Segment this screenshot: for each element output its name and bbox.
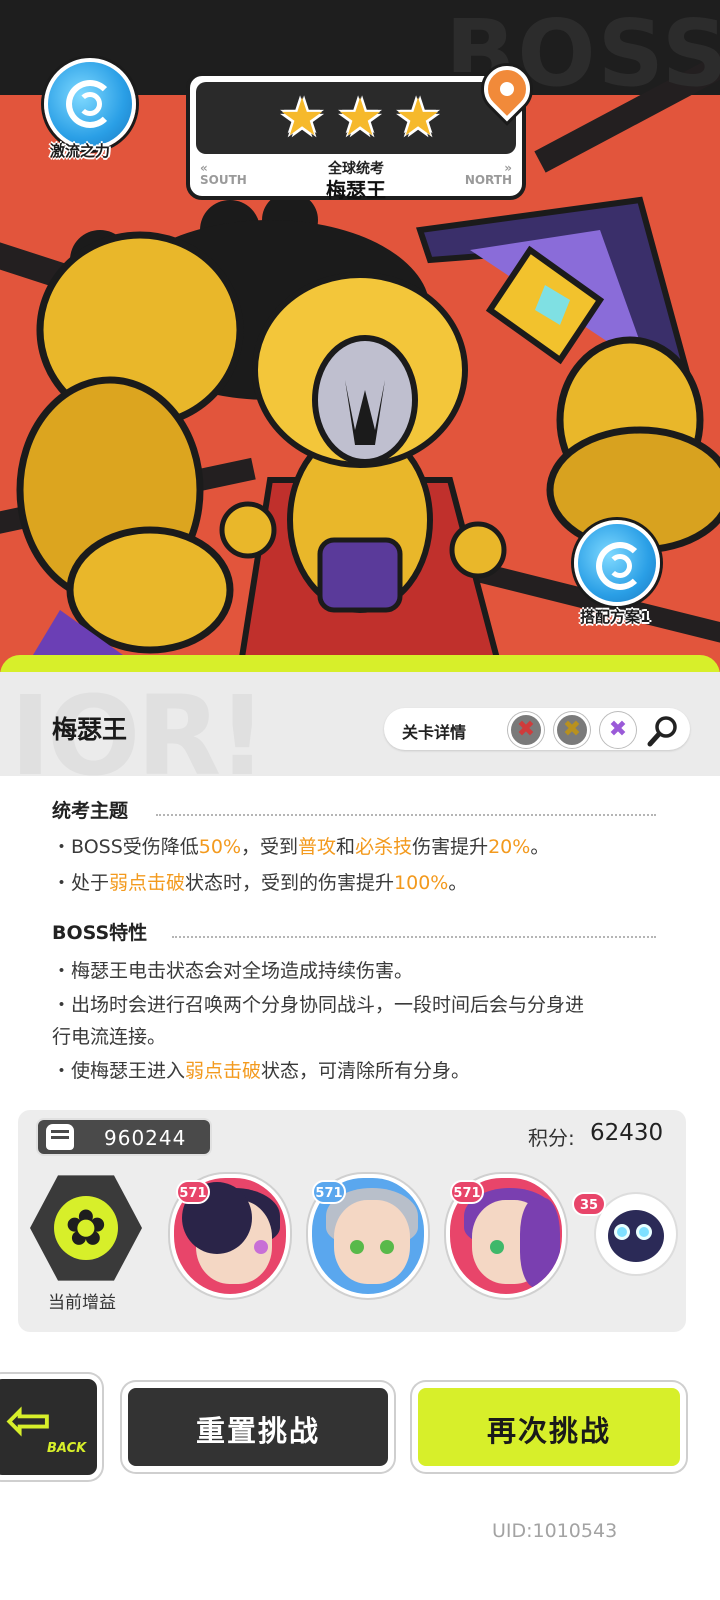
- theme-section-title: 统考主题: [52, 800, 129, 822]
- star-icon: ★: [336, 88, 384, 148]
- pet-body: [608, 1210, 664, 1262]
- vortex-icon-inner: [608, 554, 632, 578]
- boss-name: 梅瑟王: [52, 715, 128, 744]
- boss-title: 梅瑟王: [326, 178, 386, 202]
- header-watermark: IOR!: [10, 672, 267, 776]
- cat-pet-icon[interactable]: [596, 1194, 676, 1274]
- level-chip: 571: [450, 1180, 484, 1204]
- boss-trait-section-title: BOSS特性: [52, 922, 148, 944]
- star-icon: ★: [278, 88, 326, 148]
- power-value: 960244: [104, 1126, 187, 1150]
- boss-title-card: ★ ★ ★ «SOUTH » NORTH 全球统考 梅瑟王: [186, 72, 526, 202]
- boss-trait-line: 行电流连接。: [52, 1026, 167, 1048]
- element-badge-label: 激流之力: [50, 142, 111, 160]
- detail-header: IOR! 梅瑟王 关卡详情 ✖ ✖ ✖: [0, 672, 720, 776]
- back-label: BACK: [47, 1441, 87, 1456]
- element-badge[interactable]: [44, 58, 136, 150]
- score-label: 积分:: [528, 1126, 575, 1150]
- current-buff-label: 当前增益: [48, 1293, 116, 1313]
- current-buff-badge[interactable]: ✿: [30, 1175, 142, 1281]
- section-divider: [172, 936, 656, 938]
- score-value: 62430: [590, 1120, 664, 1146]
- level-chip: 571: [176, 1180, 210, 1204]
- level-detail-button[interactable]: 关卡详情 ✖ ✖ ✖: [384, 708, 690, 750]
- star-rating: ★ ★ ★: [196, 82, 516, 154]
- reset-challenge-button[interactable]: 重置挑战: [122, 1382, 394, 1472]
- retry-challenge-button[interactable]: 再次挑战: [412, 1382, 686, 1472]
- character-hair: [520, 1198, 560, 1288]
- user-id: UID:1010543: [492, 1520, 618, 1542]
- boss-hero-banner: BOSS 激流之力 搭配方案1 ★ ★ ★ « SOUTH » NORTH 全球…: [0, 0, 720, 690]
- pet-level-chip: 35: [572, 1192, 606, 1216]
- flower-icon: ✿: [65, 1199, 107, 1257]
- magnifier-icon[interactable]: [646, 714, 680, 748]
- pet-eye: [614, 1224, 630, 1240]
- boss-trait-line: ・出场时会进行召唤两个分身协同战斗，一段时间后会与分身进: [52, 994, 585, 1016]
- section-divider: [156, 814, 656, 816]
- fist-icon: [46, 1124, 74, 1150]
- back-arrow-icon: ⇦: [5, 1388, 52, 1453]
- theme-rule-line: ・BOSS受伤降低50%，受到普攻和必杀技伤害提升20%。: [52, 836, 550, 858]
- reset-challenge-label: 重置挑战: [195, 1414, 320, 1448]
- battle-stats-panel: 960244 积分: 62430 ✿ 当前增益 571 571 571 35: [18, 1110, 686, 1332]
- character-eye: [350, 1240, 364, 1254]
- level-chip: 571: [312, 1180, 346, 1204]
- team-preset-label: 搭配方案1: [580, 608, 651, 626]
- boss-trait-line: ・梅瑟王电击状态会对全场造成持续伤害。: [52, 960, 414, 982]
- boss-trait-line: ・使梅瑟王进入弱点击破状态，可清除所有分身。: [52, 1060, 471, 1082]
- x-icon[interactable]: ✖: [600, 712, 636, 748]
- vortex-icon-inner: [78, 92, 102, 116]
- level-detail-label: 关卡详情: [402, 723, 467, 742]
- character-eye: [490, 1240, 504, 1254]
- character-portrait: [334, 1200, 410, 1284]
- power-tag: 960244: [36, 1118, 212, 1156]
- x-icon[interactable]: ✖: [508, 712, 544, 748]
- star-icon: ★: [394, 88, 442, 148]
- pet-eye: [636, 1224, 652, 1240]
- back-button[interactable]: ⇦ BACK: [0, 1374, 102, 1480]
- team-preset-badge[interactable]: [574, 520, 660, 606]
- character-eye: [380, 1240, 394, 1254]
- theme-rule-line: ・处于弱点击破状态时，受到的伤害提升100%。: [52, 872, 468, 894]
- retry-challenge-label: 再次挑战: [486, 1414, 611, 1448]
- character-eye: [254, 1240, 268, 1254]
- x-icon[interactable]: ✖: [554, 712, 590, 748]
